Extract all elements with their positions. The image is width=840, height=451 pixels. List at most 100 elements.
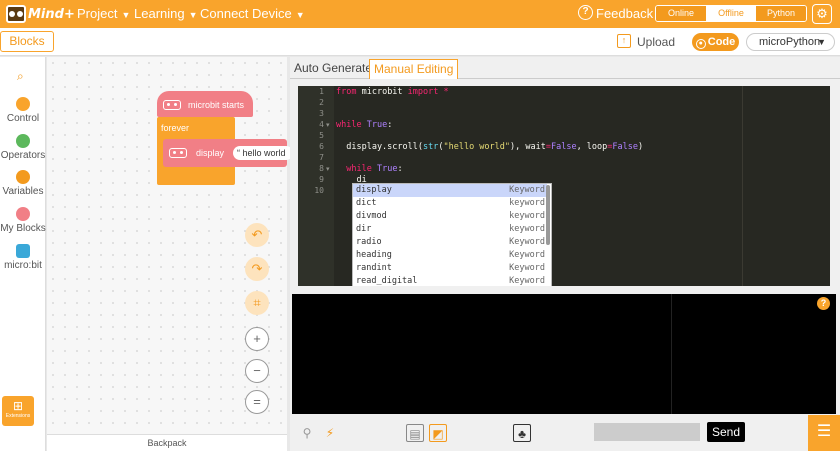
code-line-4: while True:: [336, 120, 393, 130]
line-number: 5: [319, 131, 324, 140]
code-line-1: from microbit import *: [336, 87, 449, 97]
category-control[interactable]: Control: [0, 97, 46, 124]
category-my-blocks-dot: [16, 207, 30, 221]
mode-switch: Online Offline Python: [655, 5, 807, 22]
gear-icon[interactable]: ⚙: [812, 4, 832, 24]
category-operators[interactable]: Operators: [0, 134, 46, 161]
redo-icon[interactable]: ↷: [245, 257, 269, 281]
line-number: 10: [314, 186, 324, 195]
autocomplete-item[interactable]: read_digital Keyword: [353, 275, 547, 286]
display-block[interactable]: display “ hello world: [163, 139, 293, 167]
autocomplete-kind: Keyword: [509, 263, 545, 273]
mode-online[interactable]: Online: [656, 6, 706, 21]
serial-console[interactable]: ?: [292, 294, 836, 414]
extensions-label: Extensions: [5, 413, 31, 419]
blocks-workspace[interactable]: microbit starts forever display “ hello …: [47, 57, 293, 451]
microbit-icon: [163, 100, 181, 110]
code-button-label: Code: [707, 36, 736, 48]
extensions-icon: ⊞: [12, 399, 24, 413]
autocomplete-word: divmod: [356, 211, 387, 221]
category-microbit[interactable]: micro:bit: [0, 244, 46, 271]
autocomplete-item[interactable]: radio Keyword: [353, 236, 547, 249]
print-margin: [742, 86, 743, 286]
display-label: display: [196, 148, 225, 158]
serial-input[interactable]: [594, 423, 700, 441]
extensions-button[interactable]: ⊞ Extensions: [2, 396, 34, 426]
autocomplete-item[interactable]: display Keyword: [353, 184, 547, 197]
autocomplete-kind: Keyword: [509, 276, 545, 286]
category-my-blocks[interactable]: My Blocks: [0, 207, 46, 234]
autocomplete-item[interactable]: dict keyword: [353, 197, 547, 210]
help-icon[interactable]: ?: [817, 297, 830, 310]
autocomplete-word: radio: [356, 237, 382, 247]
logo-icon: [6, 5, 26, 23]
zoom-out-icon[interactable]: −: [245, 359, 269, 383]
line-number: 3: [319, 109, 324, 118]
console-divider: [671, 294, 672, 414]
category-variables[interactable]: Variables: [0, 170, 46, 197]
autocomplete-word: heading: [356, 250, 392, 260]
category-variables-label: Variables: [2, 186, 44, 197]
menu-learning-label: Learning: [134, 6, 185, 21]
blocks-tab[interactable]: Blocks: [0, 31, 54, 52]
device-select[interactable]: microPython ▼: [746, 33, 835, 51]
caret-down-icon: ▼: [817, 37, 826, 47]
mode-offline[interactable]: Offline: [706, 6, 756, 21]
undo-icon[interactable]: ↶: [245, 223, 269, 247]
autocomplete-item[interactable]: dir keyword: [353, 223, 547, 236]
category-my-blocks-label: My Blocks: [0, 223, 46, 234]
cleanup-icon[interactable]: ⌗: [245, 291, 269, 315]
line-number: 8: [319, 164, 324, 173]
autocomplete-item[interactable]: heading Keyword: [353, 249, 547, 262]
clear-icon[interactable]: ♣: [513, 424, 531, 442]
menu-list-icon[interactable]: ☰: [808, 415, 840, 451]
fold-arrow-icon[interactable]: ▾: [326, 121, 330, 129]
mode-python[interactable]: Python: [756, 6, 806, 21]
category-variables-dot: [16, 170, 30, 184]
category-control-label: Control: [6, 113, 40, 124]
usb-icon[interactable]: ⚲: [298, 424, 316, 442]
menu-connect-device-label: Connect Device: [200, 6, 292, 21]
line-number: 9: [319, 175, 324, 184]
logo-text: Mind+: [28, 6, 75, 22]
backpack-bar[interactable]: Backpack: [47, 434, 287, 451]
chart-icon[interactable]: ◩: [429, 424, 447, 442]
zoom-in-icon[interactable]: +: [245, 327, 269, 351]
microbit-starts-block[interactable]: microbit starts: [157, 91, 253, 117]
connect-icon[interactable]: ⚡: [321, 424, 339, 442]
app-logo: Mind+: [6, 4, 75, 24]
menu-learning[interactable]: Learning ▼: [134, 6, 198, 21]
zoom-reset-icon[interactable]: =: [245, 390, 269, 414]
code-line-8: while True:: [346, 164, 403, 174]
upload-button[interactable]: Upload: [637, 35, 675, 49]
menu-connect-device[interactable]: Connect Device ▼: [200, 6, 305, 21]
line-number: 1: [319, 87, 324, 96]
code-editor[interactable]: 1 2 3 4 5 6 7 8 9 10 ▾ ▾ from microbit i…: [298, 86, 830, 286]
autocomplete-kind: Keyword: [509, 185, 545, 195]
microbit-icon: [169, 148, 187, 158]
display-text-input[interactable]: “ hello world: [233, 146, 293, 160]
terminal-icon[interactable]: ▤: [406, 424, 424, 442]
autocomplete-word: dir: [356, 224, 372, 234]
autocomplete-item[interactable]: divmod keyword: [353, 210, 547, 223]
send-button[interactable]: Send: [707, 422, 745, 442]
autocomplete-popup: display Keyword dict keyword divmod keyword…: [352, 183, 552, 286]
autocomplete-word: read_digital: [356, 276, 418, 286]
help-icon[interactable]: ?: [578, 5, 593, 20]
autocomplete-scrollbar[interactable]: [546, 185, 550, 245]
autocomplete-word: randint: [356, 263, 392, 273]
line-number: 2: [319, 98, 324, 107]
autocomplete-item[interactable]: randint Keyword: [353, 262, 547, 275]
upload-icon[interactable]: ↑: [617, 34, 631, 48]
category-microbit-label: micro:bit: [4, 260, 42, 271]
line-number: 4: [319, 120, 324, 129]
top-menu-bar: Mind+ Project ▼ Learning ▼ Connect Device ▼…: [0, 0, 840, 28]
autocomplete-kind: keyword: [509, 211, 545, 221]
feedback-link[interactable]: Feedback: [596, 6, 653, 21]
tab-auto-generate[interactable]: Auto Generate: [290, 59, 376, 79]
menu-project[interactable]: Project ▼: [77, 6, 130, 21]
search-icon[interactable]: ⌕: [17, 69, 24, 84]
tab-manual-editing[interactable]: Manual Editing: [369, 59, 459, 79]
fold-arrow-icon[interactable]: ▾: [326, 165, 330, 173]
code-button[interactable]: ● Code: [692, 33, 739, 51]
